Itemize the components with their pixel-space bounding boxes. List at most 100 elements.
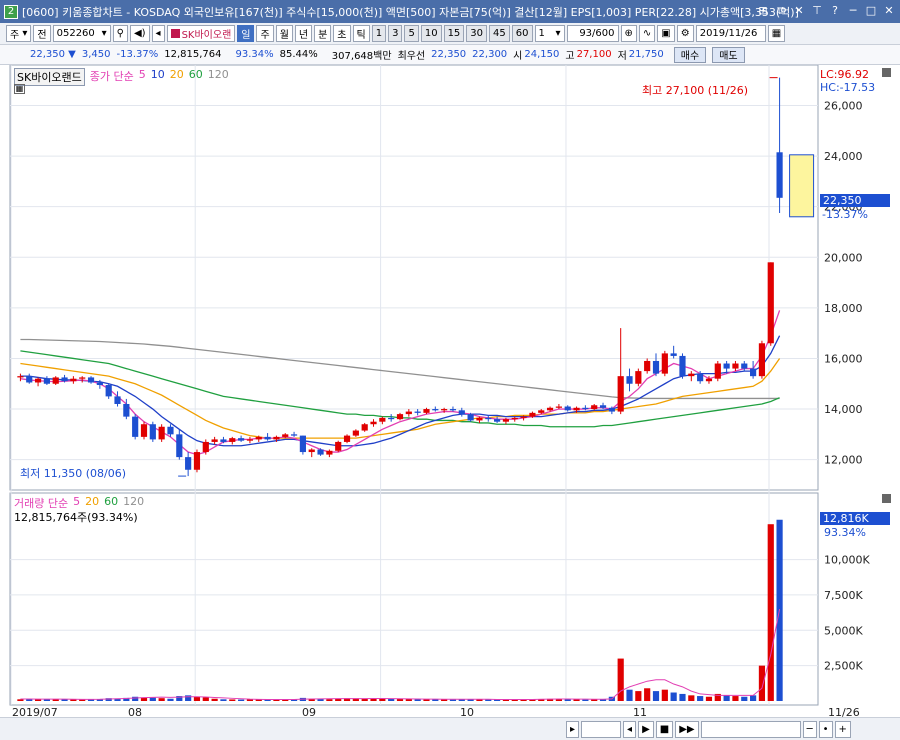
volume-bar xyxy=(220,699,227,701)
restore-window-icon[interactable]: ⧉ xyxy=(774,3,788,18)
zoom-in-icon[interactable]: + xyxy=(834,721,851,738)
chevron-down-icon[interactable]: ▾ xyxy=(555,28,560,39)
candle-body xyxy=(79,377,86,379)
play-icon[interactable]: ▶ xyxy=(638,721,654,738)
scroll-track[interactable] xyxy=(581,721,622,738)
x-tick-label: 11 xyxy=(633,706,647,717)
close-icon[interactable]: ✕ xyxy=(882,3,896,18)
interval-3[interactable]: 3 xyxy=(388,25,403,42)
volume-bar xyxy=(697,696,704,701)
interval-1[interactable]: 1 xyxy=(371,25,387,42)
scroll-left-icon[interactable]: ◂ xyxy=(623,721,637,738)
calendar-icon[interactable]: ▦ xyxy=(767,25,786,42)
candle-body xyxy=(361,424,368,431)
period-minute[interactable]: 분 xyxy=(314,25,332,42)
candle-body xyxy=(52,377,59,384)
date-input[interactable]: 2019/11/26 xyxy=(695,25,766,42)
sell-button[interactable]: 매도 xyxy=(712,46,745,63)
candle-body xyxy=(273,436,280,440)
candle-body xyxy=(582,407,589,410)
high-annotation: 최고 27,100 (11/26) xyxy=(642,84,749,97)
high-label: 고 xyxy=(565,51,575,62)
price-panel-frame xyxy=(9,65,819,491)
candle-body xyxy=(546,407,554,411)
chart-style-icon[interactable]: ∿ xyxy=(638,25,656,42)
chart-svg[interactable]: 12,00014,00016,00018,00020,00022,00024,0… xyxy=(0,65,900,717)
range-input[interactable]: 93/600 xyxy=(566,25,619,42)
candle-body xyxy=(723,363,730,369)
unpin-icon[interactable]: ✕ xyxy=(792,3,806,18)
panel-collapse-icon[interactable] xyxy=(882,494,891,503)
speaker-icon[interactable]: ◀) xyxy=(129,25,150,42)
current-change-tag: -13.37% xyxy=(822,208,868,221)
interval-45[interactable]: 45 xyxy=(489,25,510,42)
interval-5[interactable]: 5 xyxy=(404,25,419,42)
fast-forward-icon[interactable]: ▶▶ xyxy=(675,721,699,738)
volume-text: 12,815,764주(93.34%) xyxy=(14,511,138,524)
candle-body xyxy=(476,417,483,421)
volume-bar xyxy=(741,696,748,701)
volume-bar xyxy=(388,698,395,701)
candle-body xyxy=(193,452,201,470)
interval-60[interactable]: 60 xyxy=(511,25,533,42)
stock-code-input[interactable]: 052260 ▾ xyxy=(52,25,111,42)
candle-body xyxy=(379,417,386,422)
candle-body xyxy=(714,363,721,379)
volume-bar xyxy=(17,699,24,701)
candle-body xyxy=(661,353,668,374)
volume-bar xyxy=(670,692,677,701)
candle-body xyxy=(467,414,474,421)
interval-10[interactable]: 10 xyxy=(420,25,442,42)
maximize-icon[interactable]: □ xyxy=(864,3,878,18)
help-icon[interactable]: ? xyxy=(828,3,842,18)
hc-value: HC:-17.53 xyxy=(820,81,876,94)
zoom-reset-icon[interactable]: • xyxy=(818,721,833,738)
stock-name-field[interactable]: SK바이오랜 xyxy=(166,25,236,42)
candle-body xyxy=(449,409,457,411)
chevron-down-icon[interactable]: ▾ xyxy=(102,28,107,39)
scroll-right-icon[interactable]: ▸ xyxy=(566,721,580,738)
chart-area: 12,000 14,000 16,000 18,000 20,000 22,000 24,0… xyxy=(0,65,900,740)
period-type-select[interactable]: 주 ▾ xyxy=(6,25,32,42)
tile-icon[interactable]: ⊞ xyxy=(756,3,770,18)
turnover-ratio: 85.44% xyxy=(279,49,318,60)
panel-collapse-icon-top[interactable] xyxy=(882,68,891,77)
period-day[interactable]: 일 xyxy=(237,25,255,42)
candle-body xyxy=(282,434,289,437)
gear-icon[interactable]: ⚙ xyxy=(676,25,694,42)
current-price-tag-value: 22,350 xyxy=(823,194,862,207)
price-tick-label: 20,000 xyxy=(824,251,863,264)
candle-body xyxy=(123,403,130,417)
prev-button[interactable]: 전 xyxy=(33,25,51,42)
grid-icon[interactable]: ▦ xyxy=(14,84,25,94)
candle-body xyxy=(167,426,174,435)
buy-button[interactable]: 매수 xyxy=(673,46,707,63)
interval-15[interactable]: 15 xyxy=(443,25,465,42)
text-icon[interactable]: ⊤ xyxy=(810,3,824,18)
minimize-icon[interactable]: ─ xyxy=(846,3,860,18)
period-week[interactable]: 주 xyxy=(256,25,274,42)
candle-body xyxy=(132,416,139,437)
period-tick[interactable]: 틱 xyxy=(352,25,370,42)
open-price: 24,150 xyxy=(524,49,560,60)
candle-body xyxy=(352,430,359,436)
save-icon[interactable]: ▣ xyxy=(657,25,675,42)
count-input[interactable]: 1 ▾ xyxy=(534,25,565,42)
lc-value: LC:96.92 xyxy=(820,68,870,81)
volume-bar xyxy=(758,665,766,701)
volume-bar xyxy=(326,699,333,701)
zoom-slider[interactable] xyxy=(700,721,801,738)
interval-30[interactable]: 30 xyxy=(466,25,488,42)
candle-body xyxy=(343,435,351,442)
zoom-icon[interactable]: ⊕ xyxy=(620,25,637,42)
arrow-left-icon[interactable]: ◂ xyxy=(151,25,165,42)
zoom-out-icon[interactable]: ─ xyxy=(802,721,817,738)
candle-body xyxy=(644,360,651,372)
ask-price: 22,350 xyxy=(431,49,467,60)
stop-icon[interactable]: ■ xyxy=(655,721,674,738)
period-second[interactable]: 초 xyxy=(333,25,351,42)
search-icon[interactable]: ⚲ xyxy=(112,25,128,42)
period-year[interactable]: 년 xyxy=(294,25,313,42)
candle-body xyxy=(767,262,774,344)
period-month[interactable]: 월 xyxy=(275,25,293,42)
